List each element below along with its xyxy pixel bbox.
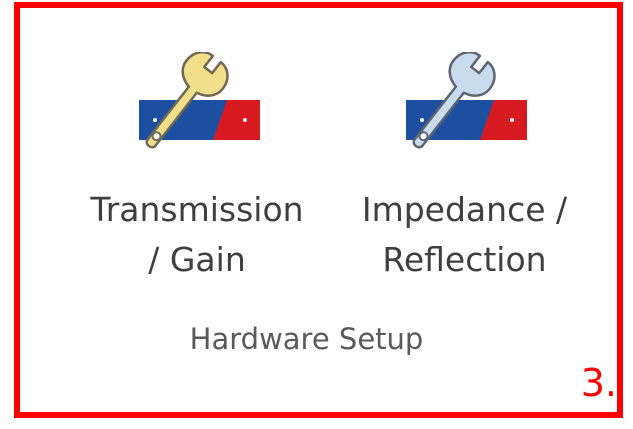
impedance-reflection-label: Impedance / Reflection [362, 185, 567, 285]
annotation-frame: Transmission / Gain Impedance / Reflecti… [14, 2, 623, 418]
impedance-reflection-button[interactable]: Impedance / Reflection [332, 50, 597, 285]
transmission-gain-button[interactable]: Transmission / Gain [67, 50, 327, 285]
annotation-marker: 3. [580, 361, 617, 405]
group-label-hardware-setup: Hardware Setup [20, 322, 629, 356]
wrench-impedance-icon [402, 50, 527, 172]
label-line2: Reflection [382, 240, 547, 279]
label-line1: Transmission [90, 190, 304, 229]
wrench-transmission-icon [135, 50, 260, 172]
transmission-gain-label: Transmission / Gain [90, 185, 303, 285]
label-line1: Impedance / [361, 190, 568, 229]
label-line2: / Gain [148, 240, 246, 279]
group-label-text: Hardware Setup [189, 322, 424, 356]
